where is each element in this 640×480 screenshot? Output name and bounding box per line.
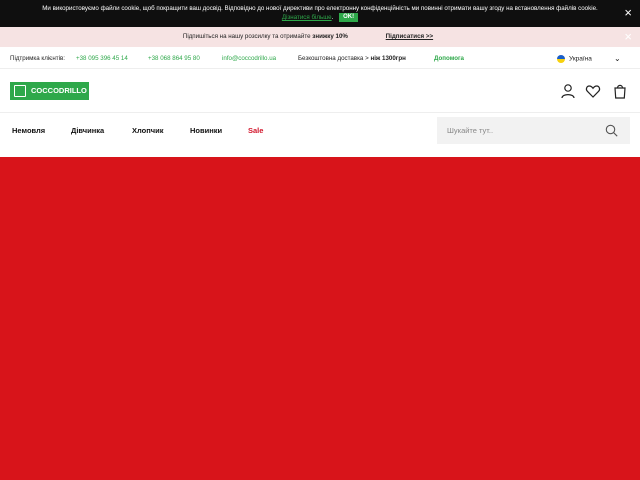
heart-icon[interactable] bbox=[585, 83, 601, 99]
newsletter-subscribe-link[interactable]: Підписатися >> bbox=[386, 33, 433, 40]
delivery-info: Безкоштовна доставка > ніж 1300грн bbox=[298, 55, 406, 63]
delivery-threshold: ніж 1300грн bbox=[370, 55, 406, 62]
email-link[interactable]: info@coccodrillo.ua bbox=[222, 55, 276, 63]
language-selector[interactable]: Україна bbox=[557, 55, 592, 64]
delivery-text: Безкоштовна доставка > bbox=[298, 55, 369, 62]
site-logo[interactable]: COCCODRILLO bbox=[10, 82, 89, 100]
crocodile-logo-icon bbox=[14, 85, 26, 97]
cookie-learn-more-link[interactable]: Дізнатися більше bbox=[282, 14, 332, 21]
search-box bbox=[437, 117, 630, 144]
user-icon[interactable] bbox=[560, 83, 576, 99]
newsletter-message: Підпишіться на нашу розсилку та отримайт… bbox=[182, 33, 311, 40]
cookie-close-icon[interactable]: × bbox=[624, 6, 632, 19]
help-link[interactable]: Допомога bbox=[434, 55, 464, 63]
search-input[interactable] bbox=[437, 117, 597, 144]
ukraine-flag-icon bbox=[557, 55, 565, 63]
cookie-period: . bbox=[331, 14, 334, 22]
cookie-text-block: Ми використовуємо файли cookie, щоб покр… bbox=[30, 4, 610, 22]
nav-item-new[interactable]: Новинки bbox=[190, 126, 222, 136]
chevron-down-icon[interactable]: ⌄ bbox=[614, 54, 621, 63]
nav-item-sale[interactable]: Sale bbox=[248, 126, 263, 136]
phone-link-2[interactable]: +38 068 864 95 80 bbox=[148, 55, 200, 63]
nav-item-baby[interactable]: Немовля bbox=[12, 126, 45, 136]
newsletter-text-block: Підпишіться на нашу розсилку та отримайт… bbox=[0, 33, 616, 41]
cookie-consent-bar: Ми використовуємо файли cookie, щоб покр… bbox=[0, 0, 640, 27]
shopping-bag-icon[interactable] bbox=[612, 83, 628, 99]
nav-item-boy[interactable]: Хлопчик bbox=[132, 126, 164, 136]
newsletter-close-icon[interactable]: × bbox=[624, 30, 632, 43]
language-label: Україна bbox=[569, 55, 592, 63]
cookie-ok-button[interactable]: OK! bbox=[339, 13, 359, 22]
nav-divider bbox=[0, 112, 640, 113]
cookie-message: Ми використовуємо файли cookie, щоб покр… bbox=[42, 5, 598, 12]
search-icon[interactable] bbox=[605, 124, 618, 137]
support-label: Підтримка клієнтів: bbox=[10, 55, 65, 62]
nav-item-girl[interactable]: Дівчинка bbox=[71, 126, 104, 136]
logo-text: COCCODRILLO bbox=[31, 86, 87, 95]
phone-link-1[interactable]: +38 095 396 45 14 bbox=[76, 55, 128, 63]
newsletter-bar: Підпишіться на нашу розсилку та отримайт… bbox=[0, 27, 640, 47]
hero-banner[interactable] bbox=[0, 157, 640, 480]
newsletter-discount: знижку 10% bbox=[312, 33, 348, 40]
